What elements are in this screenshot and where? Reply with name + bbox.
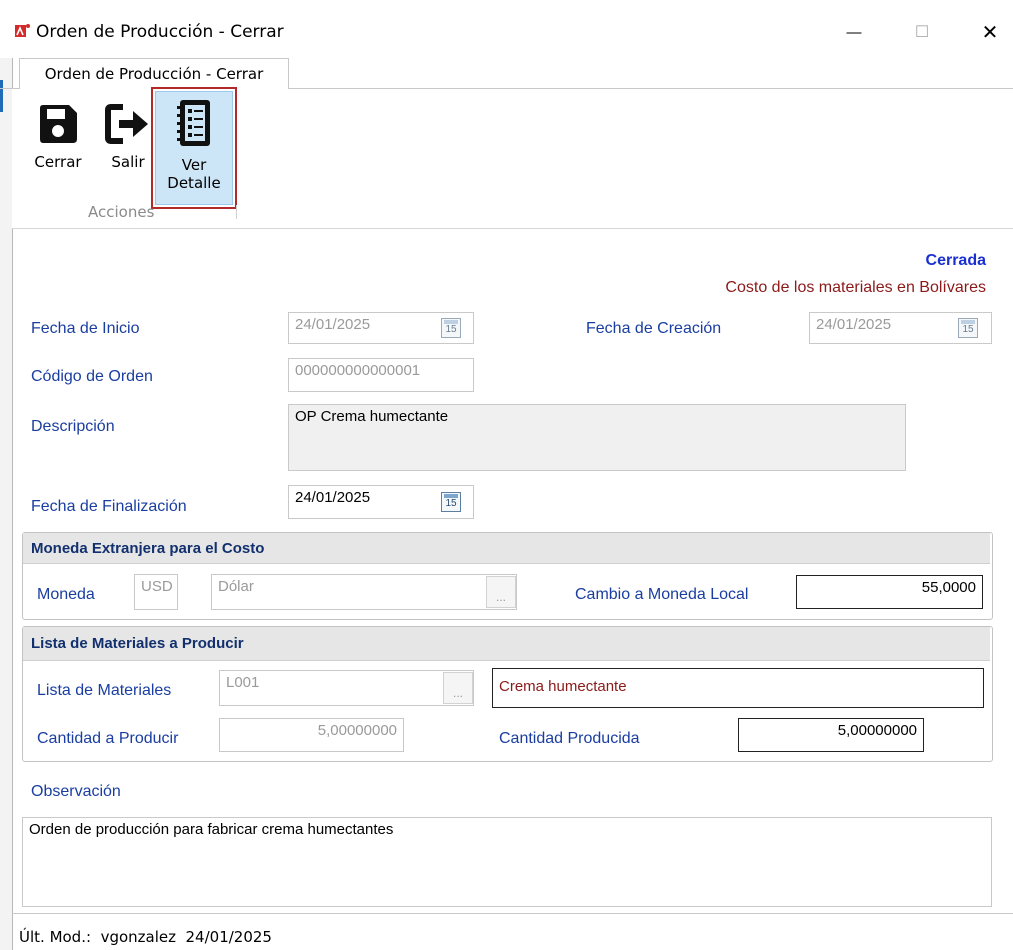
cantidad-producida-field[interactable]: 5,00000000 — [738, 718, 924, 752]
calendar-day: 15 — [962, 324, 974, 335]
cost-note: Costo de los materiales en Bolívares — [725, 279, 986, 296]
salir-label: Salir — [111, 153, 145, 171]
notebook-icon — [174, 98, 214, 148]
detalle-label: Detalle — [167, 174, 221, 192]
observacion-label: Observación — [31, 783, 121, 800]
cerrar-label: Cerrar — [34, 153, 82, 171]
exit-icon — [105, 103, 151, 145]
lista-group-header: Lista de Materiales a Producir — [23, 627, 990, 661]
close-button[interactable]: ✕ — [966, 14, 1013, 50]
lista-name-field: Crema humectante — [492, 668, 984, 708]
salir-button[interactable]: Salir — [100, 103, 156, 171]
app-logo-icon — [15, 23, 31, 39]
fecha-creacion-calendar-icon[interactable]: 15 — [958, 318, 978, 338]
app-left-accent — [0, 80, 3, 112]
maximize-icon: ☐ — [914, 24, 930, 41]
observacion-field[interactable]: Orden de producción para fabricar crema … — [22, 817, 992, 907]
lista-code-field[interactable]: L001 — [219, 670, 474, 706]
cerrar-button[interactable]: Cerrar — [30, 103, 86, 171]
close-icon: ✕ — [981, 21, 999, 44]
ribbon-group-separator — [236, 205, 237, 219]
codigo-orden-value: 000000000000001 — [295, 362, 421, 379]
descripcion-field[interactable]: OP Crema humectante — [288, 404, 906, 471]
moneda-label: Moneda — [37, 586, 95, 603]
cantidad-producir-field[interactable]: 5,00000000 — [219, 718, 404, 752]
moneda-name-field[interactable]: Dólar — [211, 574, 517, 610]
last-modified-text: Últ. Mod.: vgonzalez 24/01/2025 — [19, 928, 272, 946]
tab-orden-cerrar[interactable]: Orden de Producción - Cerrar — [19, 58, 289, 90]
ribbon-group-label: Acciones — [88, 203, 155, 221]
cambio-label: Cambio a Moneda Local — [575, 586, 749, 603]
cambio-value: 55,0000 — [921, 579, 976, 596]
descripcion-value: OP Crema humectante — [295, 408, 449, 425]
observacion-value: Orden de producción para fabricar crema … — [29, 821, 394, 838]
cantidad-producir-value: 5,00000000 — [317, 722, 397, 739]
ver-detalle-button[interactable]: Ver Detalle — [158, 98, 230, 192]
moneda-code-field[interactable]: USD — [134, 574, 178, 610]
fecha-creacion-label: Fecha de Creación — [586, 320, 722, 337]
window-title: Orden de Producción - Cerrar — [36, 22, 284, 42]
cantidad-producida-label: Cantidad Producida — [499, 730, 640, 747]
fecha-creacion-value: 24/01/2025 — [816, 316, 892, 333]
minimize-button[interactable]: — — [830, 14, 878, 50]
codigo-orden-label: Código de Orden — [31, 368, 153, 385]
lista-name-value: Crema humectante — [499, 678, 627, 695]
cambio-field[interactable]: 55,0000 — [796, 575, 983, 609]
lista-lookup-button[interactable]: ... — [443, 672, 473, 704]
maximize-button[interactable]: ☐ — [898, 14, 946, 50]
cantidad-producir-label: Cantidad a Producir — [37, 730, 179, 747]
lista-code-value: L001 — [226, 674, 260, 691]
fecha-inicio-value: 24/01/2025 — [295, 316, 371, 333]
codigo-orden-field[interactable]: 000000000000001 — [288, 358, 474, 392]
calendar-day: 15 — [445, 498, 457, 509]
save-icon — [37, 103, 79, 145]
moneda-lookup-button[interactable]: ... — [486, 576, 516, 608]
minimize-icon: — — [846, 23, 862, 41]
moneda-name-value: Dólar — [218, 578, 254, 595]
moneda-code-value: USD — [141, 578, 173, 595]
moneda-group-header: Moneda Extranjera para el Costo — [23, 533, 990, 564]
fecha-finalizacion-value: 24/01/2025 — [295, 489, 371, 506]
calendar-day: 15 — [445, 324, 457, 335]
descripcion-label: Descripción — [31, 418, 115, 435]
fecha-finalizacion-calendar-icon[interactable]: 15 — [441, 492, 461, 512]
footer-divider — [12, 913, 1013, 914]
fecha-finalizacion-label: Fecha de Finalización — [31, 498, 187, 515]
cantidad-producida-value: 5,00000000 — [837, 722, 917, 739]
status-badge: Cerrada — [925, 252, 986, 269]
fecha-inicio-calendar-icon[interactable]: 15 — [441, 318, 461, 338]
ver-label: Ver — [181, 156, 207, 174]
fecha-inicio-label: Fecha de Inicio — [31, 320, 140, 337]
lista-materiales-label: Lista de Materiales — [37, 682, 172, 699]
